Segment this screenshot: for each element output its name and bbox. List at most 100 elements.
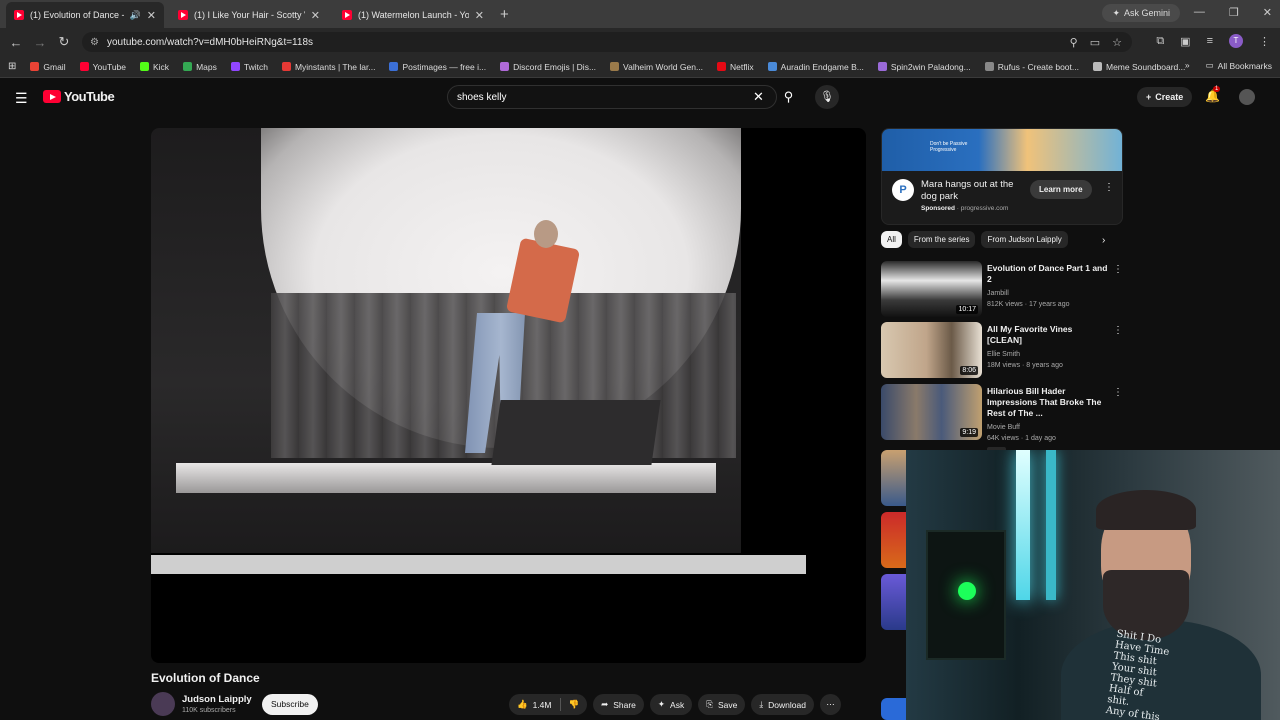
learn-more-button[interactable]: Learn more	[1030, 180, 1092, 199]
thumbs-down-icon: 👎	[568, 699, 580, 709]
tab-i-like-your-hair[interactable]: (1) I Like Your Hair - Scotty Van ✕	[170, 2, 328, 28]
cast-icon[interactable]: ▭	[1090, 36, 1100, 49]
all-bookmarks-folder[interactable]: ▭ All Bookmarks	[1206, 60, 1272, 71]
ask-gemini-button[interactable]: ✦ Ask Gemini	[1102, 4, 1180, 22]
search-icon[interactable]: ⚲	[777, 85, 800, 109]
share-label: Share	[613, 699, 636, 710]
bookmark-item[interactable]: Netflix	[717, 62, 754, 72]
menu-kebab-icon[interactable]: ⋮	[1259, 35, 1270, 48]
chevron-right-icon[interactable]: ›	[1102, 235, 1105, 246]
video-thumbnail[interactable]	[881, 512, 906, 568]
video-thumbnail[interactable]: 9:19	[881, 384, 982, 440]
bookmark-item[interactable]: Rufus - Create boot...	[984, 62, 1079, 72]
extensions-icon[interactable]: ⧉	[1156, 35, 1164, 48]
download-button[interactable]: ⤓ Download	[751, 694, 814, 715]
bookmark-item[interactable]: Discord Emojis | Dis...	[500, 62, 596, 72]
dislike-button[interactable]: 👎	[561, 694, 588, 715]
more-vert-icon[interactable]: ⋮	[1113, 264, 1123, 275]
save-button[interactable]: ⎘ Save	[698, 694, 746, 715]
youtube-logo-text: YouTube	[64, 89, 115, 104]
new-tab-icon[interactable]: +	[500, 2, 509, 28]
more-vert-icon[interactable]: ⋮	[1113, 325, 1123, 336]
tab-watermelon-launch[interactable]: (1) Watermelon Launch - YouTu ✕	[334, 2, 492, 28]
url-field[interactable]: ⚙ youtube.com/watch?v=dMH0bHeiRNg&t=118s…	[82, 32, 1132, 52]
maximize-icon[interactable]: ❐	[1229, 6, 1239, 19]
bookmark-item[interactable]: Kick	[140, 62, 169, 72]
bookmark-item[interactable]: Maps	[183, 62, 217, 72]
chip-all[interactable]: All	[881, 231, 902, 248]
more-vert-icon[interactable]: ⋮	[1113, 387, 1123, 398]
video-thumbnail[interactable]	[881, 574, 906, 630]
bookmark-item[interactable]: Auradin Endgame B...	[767, 62, 864, 72]
share-button[interactable]: ➦ Share	[593, 694, 644, 715]
gemini-star-icon: ✦	[1112, 7, 1120, 18]
sponsored-label: Sponsored	[921, 205, 955, 212]
microphone-icon[interactable]: 🎙	[815, 85, 839, 109]
like-dislike-group: 👍 1.4M 👎	[509, 694, 588, 715]
sponsored-ad-card[interactable]: Don't be Passive Progressive P Mara hang…	[881, 128, 1123, 225]
video-title: Evolution of Dance	[151, 671, 260, 685]
channel-avatar[interactable]	[151, 692, 175, 716]
hamburger-menu-icon[interactable]: ☰	[15, 90, 28, 107]
bookmark-star-icon[interactable]: ☆	[1112, 36, 1122, 49]
rec-title[interactable]: Hilarious Bill Hader Impressions That Br…	[987, 386, 1109, 460]
apps-grid-icon[interactable]: ⊞	[8, 61, 16, 72]
more-actions-button[interactable]: ⋯	[819, 694, 841, 715]
close-tab-icon[interactable]: ✕	[475, 9, 484, 22]
video-thumbnail[interactable]: 8:06	[881, 322, 982, 378]
ask-button[interactable]: ✦ Ask	[649, 694, 693, 715]
tab-evolution-of-dance[interactable]: (1) Evolution of Dance - Yo 🔊 ✕	[6, 2, 164, 28]
channel-name[interactable]: Judson Laipply	[182, 694, 252, 705]
like-button[interactable]: 👍 1.4M	[509, 694, 560, 715]
bookmark-item[interactable]: Postimages — free i...	[389, 62, 486, 72]
video-player[interactable]	[151, 128, 866, 663]
sidepanel-icon[interactable]: ▣	[1180, 35, 1190, 48]
chip-from-judson-laipply[interactable]: From Judson Laipply	[981, 231, 1068, 248]
minimize-icon[interactable]: —	[1194, 6, 1205, 19]
video-thumbnail[interactable]	[881, 698, 906, 720]
bookmark-item[interactable]: Twitch	[230, 62, 268, 72]
video-thumbnail[interactable]: 10:17	[881, 261, 982, 317]
profile-avatar-icon[interactable]: T	[1229, 34, 1243, 48]
bookmark-item[interactable]: Gmail	[30, 62, 66, 72]
rec-title[interactable]: Evolution of Dance Part 1 and 2 Jambill …	[987, 263, 1109, 310]
close-tab-icon[interactable]: ✕	[311, 9, 320, 22]
video-thumbnail[interactable]	[881, 450, 906, 506]
close-window-icon[interactable]: ✕	[1263, 6, 1272, 19]
chip-from-the-series[interactable]: From the series	[907, 231, 976, 248]
bookmark-item[interactable]: Meme Soundboard...	[1092, 62, 1185, 72]
bookmark-item[interactable]: Spin2win Paladong...	[877, 62, 971, 72]
list-item[interactable]: 9:19 Hilarious Bill Hader Impressions Th…	[881, 384, 1123, 460]
create-button[interactable]: + Create	[1137, 87, 1193, 107]
reload-icon[interactable]: ↻	[52, 34, 76, 50]
media-controls-icon[interactable]: ≡	[1207, 35, 1213, 47]
bookmark-favicon-icon	[230, 62, 240, 71]
notifications-bell-icon[interactable]: 🔔 1	[1205, 86, 1221, 103]
rec-title-text: Evolution of Dance Part 1 and 2	[987, 263, 1108, 284]
more-bookmarks-icon[interactable]: »	[1185, 60, 1190, 71]
ad-banner-text: Don't be Passive Progressive	[930, 141, 968, 153]
zoom-icon[interactable]: ⚲	[1070, 36, 1078, 49]
forward-icon[interactable]: →	[28, 35, 52, 50]
back-icon[interactable]: ←	[4, 35, 28, 50]
site-info-icon[interactable]: ⚙	[90, 37, 99, 48]
bookmark-item[interactable]: Myinstants | The lar...	[281, 62, 375, 72]
bookmark-favicon-icon	[140, 62, 149, 71]
search-input[interactable]: shoes kelly ✕	[447, 85, 777, 109]
bookmark-favicon-icon	[767, 62, 777, 71]
list-item[interactable]: 8:06 All My Favorite Vines [CLEAN] Ellie…	[881, 322, 1123, 380]
ad-menu-icon[interactable]: ⋮	[1104, 182, 1114, 193]
account-avatar[interactable]	[1239, 89, 1255, 105]
youtube-header: ☰ YouTube shoes kelly ✕ ⚲ 🎙 + Create 🔔 1	[0, 78, 1280, 118]
clear-search-icon[interactable]: ✕	[753, 89, 764, 105]
subscribe-button[interactable]: Subscribe	[262, 694, 318, 715]
youtube-logo[interactable]: YouTube	[43, 89, 115, 104]
list-item[interactable]: 10:17 Evolution of Dance Part 1 and 2 Ja…	[881, 261, 1123, 319]
bookmark-item[interactable]: Valheim World Gen...	[610, 62, 703, 72]
more-horizontal-icon: ⋯	[826, 699, 835, 709]
bookmark-item[interactable]: YouTube	[79, 62, 126, 72]
rec-channel: Jambill	[987, 290, 1009, 297]
rec-title[interactable]: All My Favorite Vines [CLEAN] Ellie Smit…	[987, 324, 1109, 371]
close-tab-icon[interactable]: ✕	[147, 9, 156, 22]
speaker-icon[interactable]: 🔊	[130, 10, 141, 21]
